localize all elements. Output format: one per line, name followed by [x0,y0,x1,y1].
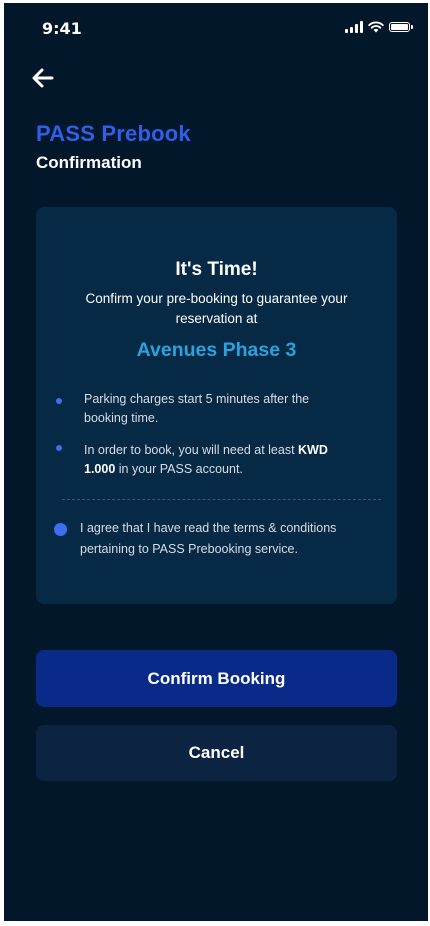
signal-icon [345,21,363,33]
status-time: 9:41 [42,19,82,38]
back-button[interactable] [28,63,58,93]
wifi-icon [368,21,384,33]
page-title: PASS Prebook [36,121,191,146]
divider [62,499,381,500]
location-name: Avenues Phase 3 [136,339,297,361]
bullet-minimum-balance: In order to book, you will need at least… [84,441,354,479]
cancel-button[interactable]: Cancel [36,725,397,781]
bullet-dot [56,445,62,451]
agree-radio[interactable] [54,523,67,536]
arrow-left-icon [32,68,54,88]
confirmation-card: It's Time! Confirm your pre-booking to g… [36,207,397,604]
card-heading: It's Time! [175,259,258,280]
confirm-booking-button[interactable]: Confirm Booking [36,650,397,707]
page-subtitle: Confirmation [36,153,142,172]
status-icons [345,21,413,33]
bullet-parking-charges: Parking charges start 5 minutes after th… [84,392,310,425]
bullet-dot [56,398,62,404]
card-description: Confirm your pre-booking to guarantee yo… [85,291,348,326]
agree-text: I agree that I have read the terms & con… [80,521,337,556]
bullet-text: in your PASS account. [115,462,243,476]
confirmation-screen: 9:41 PASS Prebook Confirmation It's Time… [4,3,428,921]
battery-icon [389,22,413,32]
bullet-text: In order to book, you will need at least [84,443,299,457]
